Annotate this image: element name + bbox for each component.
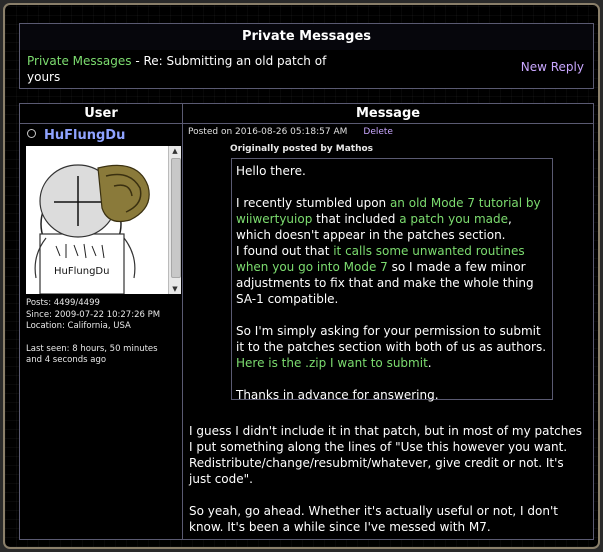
quote-text: So I'm simply asking for your permission…: [236, 324, 547, 354]
message-table: User Message HuFlungDu HuFlungDu ▲ ▼ Pos…: [19, 103, 594, 540]
column-divider: [182, 104, 183, 539]
page-title: Private Messages: [19, 23, 594, 51]
reply-body: I guess I didn't include it in that patc…: [189, 423, 587, 547]
avatar-scrollbar[interactable]: ▲ ▼: [168, 146, 181, 294]
quote-paragraph: I recently stumbled upon an old Mode 7 t…: [236, 195, 548, 307]
quote-thanks: Thanks in advance for answering.: [236, 388, 439, 402]
scroll-thumb[interactable]: [171, 158, 181, 278]
user-column-header: User: [20, 104, 182, 124]
message-column-header: Message: [183, 104, 593, 124]
breadcrumb-separator: -: [131, 54, 144, 68]
quote-text: that included: [312, 212, 400, 226]
breadcrumb-private-messages-link[interactable]: Private Messages: [27, 54, 132, 68]
avatar-caption: HuFlungDu: [54, 266, 109, 277]
user-location: Location: California, USA: [26, 321, 131, 331]
reply-paragraph: I guess I didn't include it in that patc…: [189, 424, 583, 486]
subheader-row: Private Messages - Re: Submitting an old…: [19, 50, 594, 89]
user-last-seen-cont: and 4 seconds ago: [26, 355, 107, 365]
avatar-drawing-icon: HuFlungDu: [26, 146, 168, 294]
quote-text: .: [427, 356, 432, 370]
delete-link[interactable]: Delete: [363, 127, 393, 137]
user-since: Since: 2009-07-22 10:27:26 PM: [26, 309, 161, 320]
post-timestamp: Posted on 2016-08-26 05:18:57 AM: [188, 127, 348, 137]
quote-greeting: Hello there.: [236, 164, 306, 178]
online-status-icon: [27, 129, 36, 138]
quote-box: Hello there. I recently stumbled upon an…: [231, 158, 553, 402]
quote-paragraph: So I'm simply asking for your permission…: [236, 323, 548, 371]
username-link[interactable]: HuFlungDu: [44, 128, 125, 143]
scroll-up-arrow-icon[interactable]: ▲: [169, 146, 181, 156]
quote-header: Originally posted by Mathos: [230, 144, 374, 154]
breadcrumb: Private Messages - Re: Submitting an old…: [27, 53, 327, 85]
user-info: Posts: 4499/4499 Since: 2009-07-22 10:27…: [26, 298, 182, 367]
patch-link[interactable]: a patch you made: [399, 212, 508, 226]
scroll-down-arrow-icon[interactable]: ▼: [169, 284, 181, 294]
avatar: HuFlungDu: [26, 146, 168, 294]
quote-text: I recently stumbled upon: [236, 196, 390, 210]
new-reply-link[interactable]: New Reply: [521, 60, 584, 74]
quote-text: I found out that: [236, 244, 334, 258]
reply-paragraph: So yeah, go ahead. Whether it's actually…: [189, 504, 558, 534]
user-last-seen: Last seen: 8 hours, 50 minutes: [26, 343, 158, 354]
zip-link[interactable]: Here is the .zip I want to submit: [236, 356, 428, 370]
user-posts: Posts: 4499/4499: [26, 298, 100, 308]
post-meta: Posted on 2016-08-26 05:18:57 AM Delete: [188, 127, 393, 137]
forum-frame: Private Messages Private Messages - Re: …: [3, 3, 600, 549]
